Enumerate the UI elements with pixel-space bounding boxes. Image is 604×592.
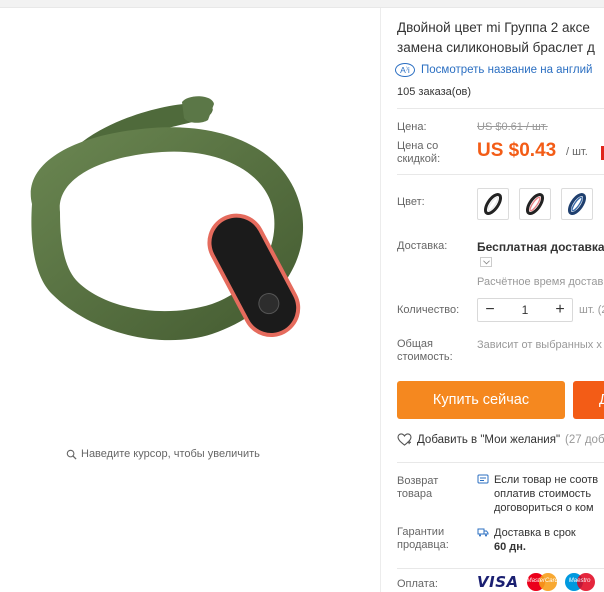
heart-icon bbox=[397, 433, 412, 446]
mastercard-text: MasterCard bbox=[526, 578, 558, 584]
quantity-label: Количество: bbox=[397, 304, 460, 316]
return-line-3: договориться о ком bbox=[494, 502, 594, 514]
guarantee-line-1: Доставка в срок bbox=[494, 527, 576, 539]
divider bbox=[397, 462, 604, 463]
product-info: Двойной цвет mi Группа 2 аксе замена сил… bbox=[381, 8, 604, 592]
add-to-cart-button[interactable]: Д bbox=[573, 381, 604, 419]
return-line-2: оплатив стоимость bbox=[494, 488, 592, 500]
price-unit: / шт. bbox=[566, 146, 588, 158]
guarantee-line-2: 60 дн. bbox=[494, 541, 526, 553]
delivery-truck-icon bbox=[477, 528, 489, 537]
product-gallery: Наведите курсор, чтобы увеличить bbox=[0, 8, 380, 592]
top-bar bbox=[0, 0, 604, 8]
title-line-2: замена силиконовый браслет д bbox=[397, 40, 595, 55]
product-title: Двойной цвет mi Группа 2 аксе замена сил… bbox=[397, 18, 604, 58]
total-label: Общая стоимость: bbox=[397, 338, 453, 363]
orders-count: 105 заказа(ов) bbox=[397, 86, 472, 98]
title-line-1: Двойной цвет mi Группа 2 аксе bbox=[397, 20, 590, 35]
translate-link[interactable]: A⁾i Посмотреть название на англий bbox=[395, 63, 592, 77]
shield-icon bbox=[477, 474, 489, 484]
wishlist-count: (27 доб bbox=[565, 433, 604, 446]
seller-guarantee: Доставка в срок 60 дн. bbox=[477, 526, 576, 554]
band-thumbnail-icon bbox=[567, 193, 587, 215]
band-thumbnail-icon bbox=[525, 193, 545, 215]
color-swatch-black-white[interactable] bbox=[477, 188, 509, 220]
color-swatches bbox=[477, 188, 593, 220]
payment-label: Оплата: bbox=[397, 578, 438, 590]
color-swatch-black-pink[interactable] bbox=[519, 188, 551, 220]
buy-now-button[interactable]: Купить сейчас bbox=[397, 381, 565, 419]
old-price: US $0.61 / шт. bbox=[477, 121, 548, 133]
divider bbox=[397, 108, 604, 109]
return-line-1: Если товар не соотв bbox=[494, 474, 599, 486]
guarantee-label: Гарантии продавца: bbox=[397, 526, 449, 551]
quantity-minus-button[interactable]: − bbox=[478, 299, 502, 321]
delivery-value[interactable]: Бесплатная доставка в bbox=[477, 240, 604, 254]
wishlist-text: Добавить в "Мои желания" bbox=[417, 433, 561, 446]
wishlist-link[interactable]: Добавить в "Мои желания" (27 доб bbox=[397, 433, 604, 446]
maestro-text: Maestro bbox=[568, 578, 591, 584]
quantity-plus-button[interactable]: + bbox=[548, 299, 572, 321]
product-image[interactable] bbox=[12, 94, 312, 358]
magnifier-icon bbox=[66, 449, 77, 460]
payment-methods: VISA MasterCard Maestro bbox=[477, 572, 595, 592]
total-value: Зависит от выбранных х bbox=[477, 339, 602, 351]
color-label: Цвет: bbox=[397, 196, 425, 208]
mastercard-logo: MasterCard bbox=[526, 572, 558, 592]
visa-logo: VISA bbox=[477, 573, 519, 591]
zoom-hint-text: Наведите курсор, чтобы увеличить bbox=[81, 448, 260, 460]
translate-icon: A⁾i bbox=[395, 63, 415, 77]
quantity-stepper: − 1 + bbox=[477, 298, 573, 322]
delivery-eta: Расчётное время достав bbox=[477, 276, 604, 288]
price-label: Цена: bbox=[397, 121, 427, 133]
quantity-unit: шт. (2 bbox=[579, 304, 604, 316]
maestro-logo: Maestro bbox=[564, 572, 595, 592]
delivery-label: Доставка: bbox=[397, 240, 448, 252]
color-swatch-black-blue[interactable] bbox=[561, 188, 593, 220]
divider bbox=[397, 568, 604, 569]
discount-price: US $0.43 bbox=[477, 140, 557, 161]
return-policy: Если товар не соотв оплатив стоимость до… bbox=[477, 473, 598, 515]
divider bbox=[397, 174, 604, 175]
translate-link-text: Посмотреть название на англий bbox=[421, 64, 593, 76]
band-thumbnail-icon bbox=[483, 193, 503, 215]
chevron-down-icon[interactable] bbox=[480, 257, 492, 267]
return-label: Возврат товара bbox=[397, 475, 439, 500]
quantity-input[interactable]: 1 bbox=[502, 303, 548, 317]
zoom-hint: Наведите курсор, чтобы увеличить bbox=[66, 448, 260, 460]
discount-price-label: Цена со скидкой: bbox=[397, 140, 441, 165]
